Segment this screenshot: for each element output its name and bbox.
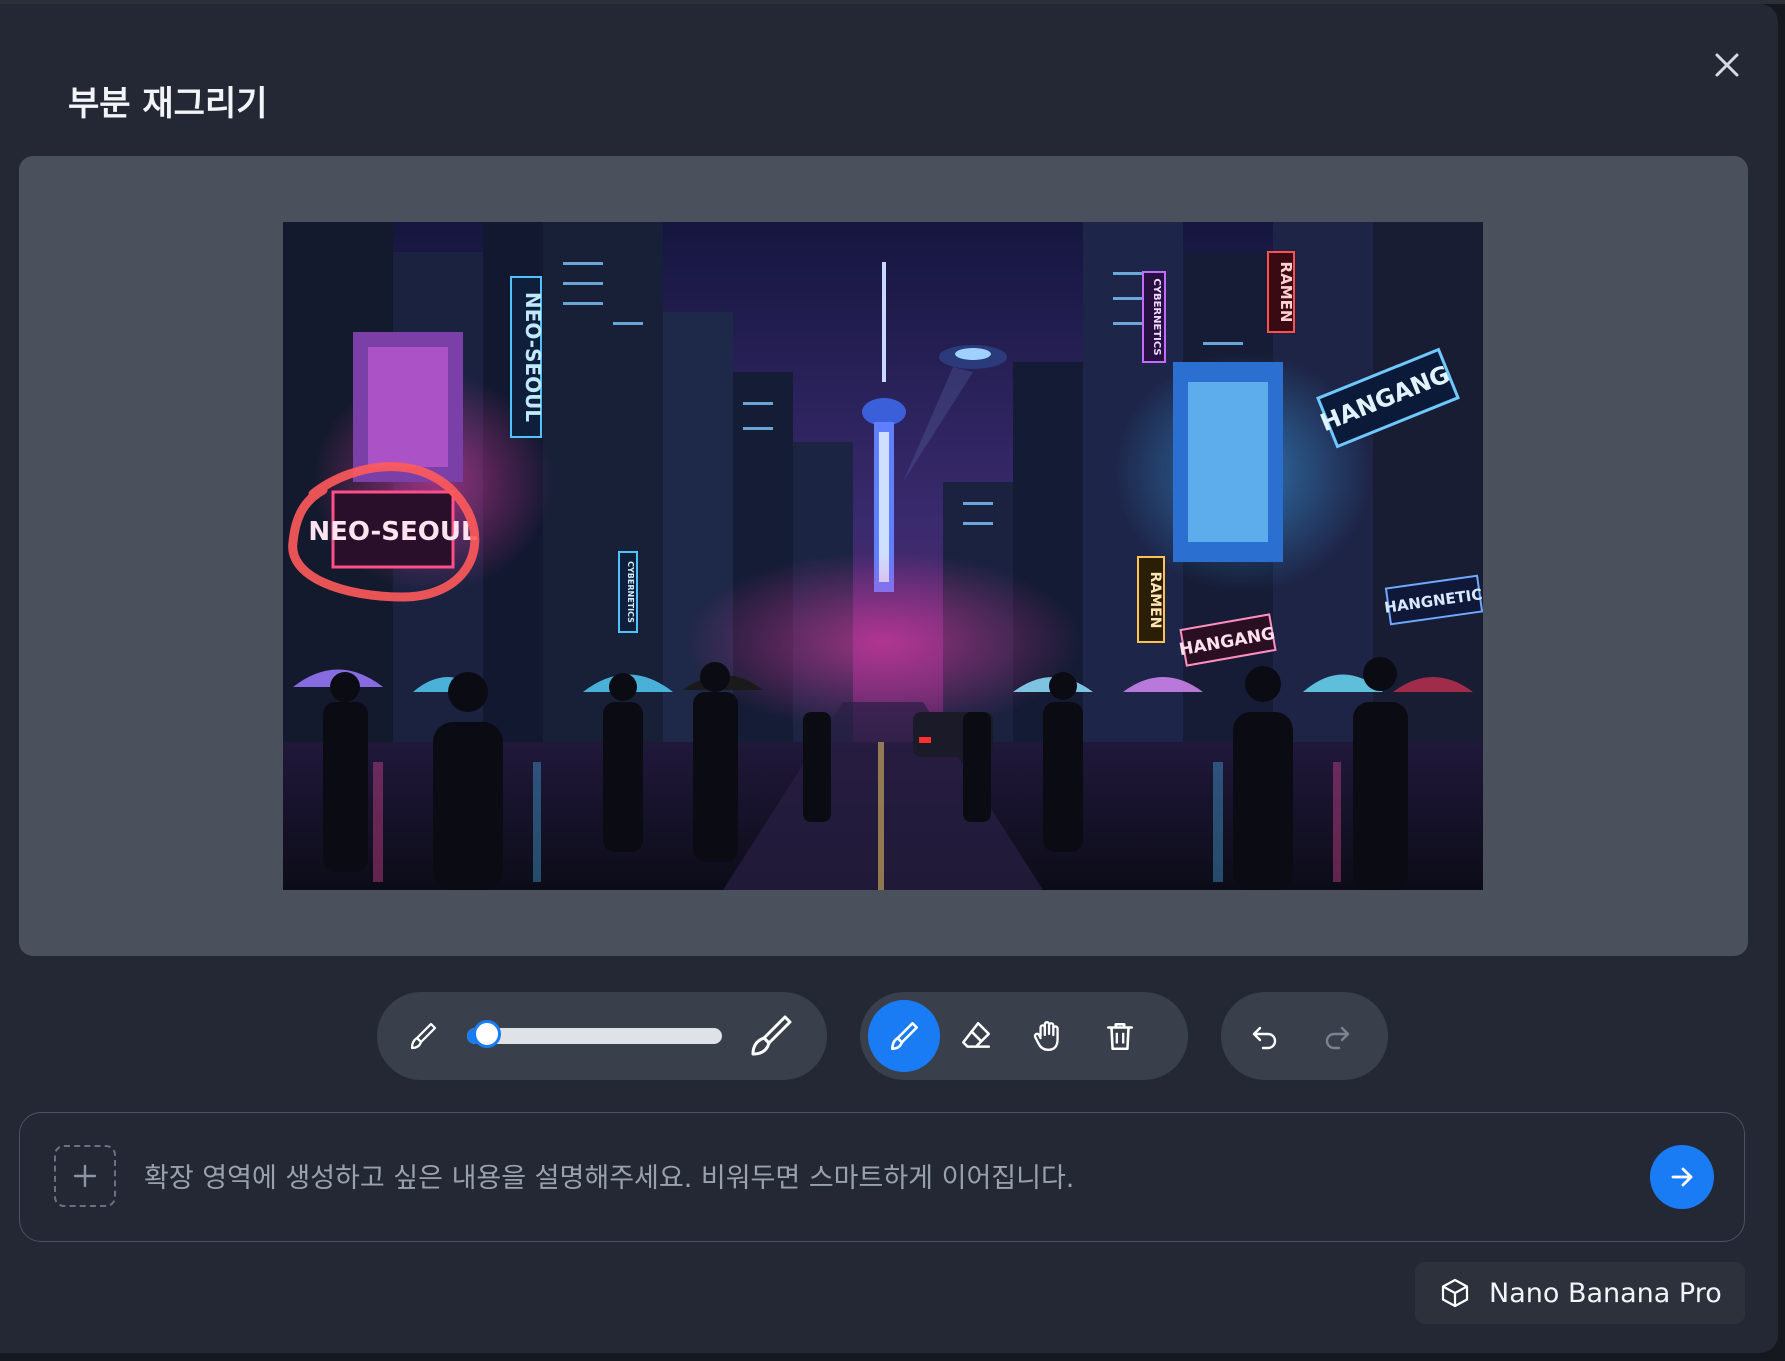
redo-button[interactable] <box>1301 1000 1373 1072</box>
clear-mask-button[interactable] <box>1084 1000 1156 1072</box>
model-selector[interactable]: Nano Banana Pro <box>1415 1262 1745 1324</box>
brush-size-slider[interactable] <box>467 1020 722 1048</box>
tool-group <box>860 992 1188 1080</box>
send-button[interactable] <box>1650 1145 1714 1209</box>
redo-icon <box>1325 1026 1350 1050</box>
close-button[interactable] <box>1706 44 1748 86</box>
history-group <box>1221 992 1388 1080</box>
prompt-box <box>19 1112 1745 1242</box>
brush-size-group <box>377 992 827 1080</box>
undo-icon <box>1252 1026 1277 1050</box>
trash-icon <box>1107 1023 1133 1051</box>
edit-image[interactable]: NEO-SEOUL NEO-SEOUL CYBERNETICS RAMEN HA… <box>283 222 1483 890</box>
modal-title: 부분 재그리기 <box>68 84 268 124</box>
eraser-icon <box>961 1021 991 1048</box>
canvas-area: NEO-SEOUL NEO-SEOUL CYBERNETICS RAMEN HA… <box>19 156 1748 956</box>
hand-tool-button[interactable] <box>1012 1000 1084 1072</box>
inpaint-modal: 부분 재그리기 NEO-SEOUL NEO-SEOUL CYBERNETICS … <box>0 4 1778 1353</box>
arrow-right-icon <box>1671 1167 1693 1187</box>
small-brush-icon <box>410 1022 437 1050</box>
attach-image-button[interactable] <box>54 1145 116 1207</box>
prompt-input[interactable] <box>142 1149 1566 1207</box>
hand-icon <box>1033 1021 1059 1051</box>
brush-icon <box>891 1021 919 1051</box>
brush-tool-button[interactable] <box>868 1000 940 1072</box>
brush-size-thumb[interactable] <box>473 1020 502 1048</box>
mask-stroke <box>288 462 480 602</box>
model-label: Nano Banana Pro <box>1489 1277 1722 1309</box>
cube-icon <box>1441 1278 1469 1308</box>
large-brush-icon <box>751 1015 792 1056</box>
undo-button[interactable] <box>1229 1000 1301 1072</box>
eraser-tool-button[interactable] <box>940 1000 1012 1072</box>
plus-icon <box>73 1164 97 1188</box>
close-icon <box>1715 53 1739 77</box>
